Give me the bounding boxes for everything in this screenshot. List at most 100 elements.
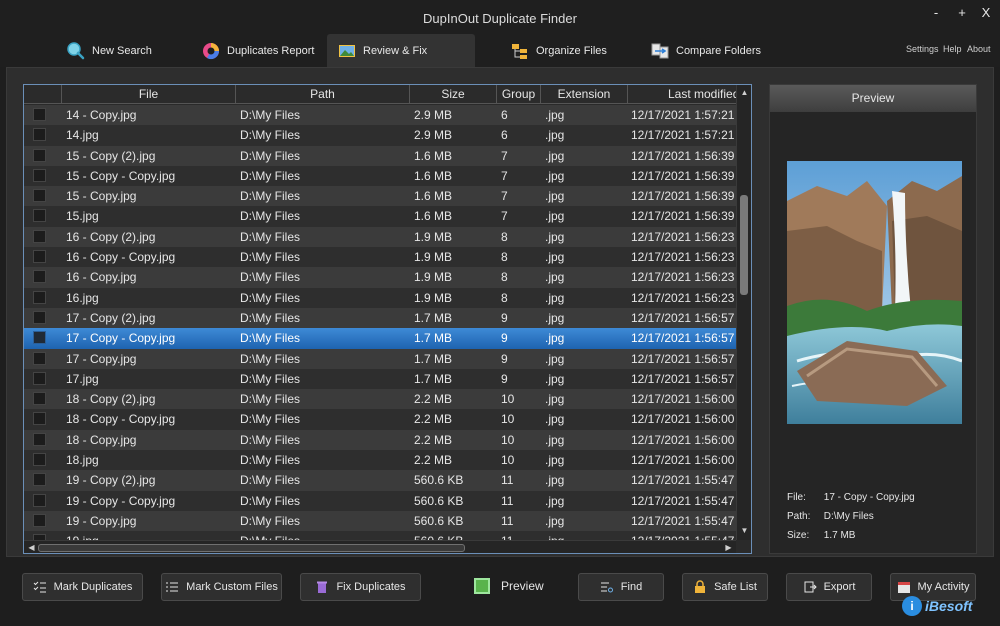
table-row[interactable]: 14 - Copy.jpg D:\My Files 2.9 MB 6 .jpg 12/17… bbox=[24, 105, 736, 126]
row-checkbox[interactable] bbox=[33, 168, 46, 182]
table-row[interactable]: 18 - Copy - Copy.jpg D:\My Files 2.2 MB 10.… bbox=[24, 409, 736, 430]
table-row[interactable]: 19 - Copy.jpg D:\My Files 560.6 KB 11 .jpg 12… bbox=[24, 510, 736, 532]
cell-ext: .jpg bbox=[545, 290, 565, 305]
tab-review-fix[interactable]: Review & Fix bbox=[327, 34, 475, 67]
preview-panel: Preview File: 17 - Copy - Copy.jpg Path:… bbox=[769, 84, 977, 554]
row-checkbox[interactable] bbox=[33, 453, 46, 467]
row-checkbox[interactable] bbox=[33, 209, 46, 223]
table-row[interactable]: 19 - Copy - Copy.jpg D:\My Files 560.6 KB 1… bbox=[24, 490, 736, 511]
tab-duplicates-report[interactable]: Duplicates Report bbox=[191, 34, 324, 67]
row-checkbox[interactable] bbox=[33, 331, 46, 345]
tab-new-search[interactable]: New Search bbox=[56, 34, 162, 67]
table-row[interactable]: 18 - Copy.jpg D:\My Files 2.2 MB 10 .jpg 12/1… bbox=[24, 429, 736, 451]
header-file[interactable]: File bbox=[61, 85, 235, 104]
table-row[interactable]: 18.jpg D:\My Files 2.2 MB 10 .jpg 12/17/2021 … bbox=[24, 450, 736, 471]
find-button[interactable]: Find bbox=[578, 573, 664, 601]
folder-tree-icon bbox=[510, 41, 530, 61]
cell-file: 15.jpg bbox=[66, 209, 99, 224]
table-row[interactable]: 19 - Copy (2).jpg D:\My Files 560.6 KB 11 .j… bbox=[24, 470, 736, 491]
cell-group: 7 bbox=[501, 168, 508, 183]
table-row[interactable]: 16 - Copy (2).jpg D:\My Files 1.9 MB 8 .jpg 1… bbox=[24, 226, 736, 248]
table-row[interactable]: 17 - Copy (2).jpg D:\My Files 1.7 MB 9 .jpg 1… bbox=[24, 307, 736, 329]
table-row[interactable]: 17.jpg D:\My Files 1.7 MB 9 .jpg 12/17/2021 1… bbox=[24, 368, 736, 390]
row-checkbox[interactable] bbox=[33, 351, 46, 365]
minimize-button[interactable]: - bbox=[925, 4, 947, 22]
cell-ext: .jpg bbox=[545, 513, 565, 528]
settings-link[interactable]: Settings bbox=[906, 44, 939, 54]
scroll-left-icon[interactable]: ◀ bbox=[24, 543, 39, 552]
row-checkbox[interactable] bbox=[33, 148, 46, 162]
cell-file: 17 - Copy - Copy.jpg bbox=[66, 331, 176, 346]
row-checkbox[interactable] bbox=[33, 513, 46, 527]
trash-icon bbox=[315, 580, 329, 594]
preview-file-value: 17 - Copy - Copy.jpg bbox=[823, 492, 915, 503]
cell-path: D:\My Files bbox=[240, 412, 300, 427]
row-checkbox[interactable] bbox=[33, 290, 46, 304]
vertical-scroll-thumb[interactable] bbox=[740, 195, 748, 295]
cell-group: 11 bbox=[501, 493, 514, 508]
table-row[interactable]: 17 - Copy.jpg D:\My Files 1.7 MB 9 .jpg 12/17… bbox=[24, 348, 736, 369]
row-checkbox[interactable] bbox=[33, 189, 46, 203]
table-row[interactable]: 15 - Copy - Copy.jpg D:\My Files 1.6 MB 7 .j… bbox=[24, 165, 736, 187]
mark-custom-files-button[interactable]: Mark Custom Files bbox=[161, 573, 282, 601]
scroll-down-icon[interactable]: ▼ bbox=[737, 526, 751, 535]
maximize-button[interactable]: + bbox=[951, 4, 973, 22]
vertical-scrollbar[interactable]: ▲ ▼ bbox=[736, 85, 751, 540]
row-checkbox[interactable] bbox=[33, 128, 46, 142]
help-link[interactable]: Help bbox=[943, 44, 962, 54]
preview-toggle[interactable]: Preview bbox=[474, 578, 544, 594]
scroll-right-icon[interactable]: ▶ bbox=[721, 543, 736, 552]
safe-list-button[interactable]: Safe List bbox=[682, 573, 768, 601]
scroll-up-icon[interactable]: ▲ bbox=[737, 88, 751, 97]
table-row[interactable]: 15.jpg D:\My Files 1.6 MB 7 .jpg 12/17/2021 1… bbox=[24, 206, 736, 227]
fix-duplicates-button[interactable]: Fix Duplicates bbox=[300, 573, 421, 601]
close-button[interactable]: X bbox=[975, 4, 997, 22]
horizontal-scroll-thumb[interactable] bbox=[38, 544, 465, 552]
cell-size: 1.9 MB bbox=[414, 229, 453, 244]
cell-size: 1.9 MB bbox=[414, 270, 453, 285]
cell-size: 560.6 KB bbox=[414, 473, 464, 488]
cell-size: 1.9 MB bbox=[414, 290, 453, 305]
row-checkbox[interactable] bbox=[33, 108, 46, 121]
header-path[interactable]: Path bbox=[235, 85, 409, 104]
row-checkbox[interactable] bbox=[33, 310, 46, 324]
table-row[interactable]: 18 - Copy (2).jpg D:\My Files 2.2 MB 10 .jpg… bbox=[24, 389, 736, 410]
file-grid[interactable]: File Path Size Group Extension Last modi… bbox=[23, 84, 752, 554]
mark-duplicates-button[interactable]: Mark Duplicates bbox=[22, 573, 143, 601]
cell-group: 8 bbox=[501, 270, 508, 285]
cell-modified: 12/17/2021 1:56:39 bbox=[631, 189, 735, 204]
header-group[interactable]: Group bbox=[496, 85, 540, 104]
row-checkbox[interactable] bbox=[33, 250, 46, 264]
horizontal-scrollbar[interactable]: ◀ ▶ bbox=[24, 540, 736, 553]
table-row[interactable]: 16 - Copy - Copy.jpg D:\My Files 1.9 MB 8 .j… bbox=[24, 247, 736, 268]
cell-file: 16 - Copy (2).jpg bbox=[66, 229, 156, 244]
table-row[interactable]: 14.jpg D:\My Files 2.9 MB 6 .jpg 12/17/2021 1… bbox=[24, 125, 736, 146]
row-checkbox[interactable] bbox=[33, 229, 46, 243]
header-size[interactable]: Size bbox=[409, 85, 496, 104]
export-button[interactable]: Export bbox=[786, 573, 872, 601]
table-row[interactable]: 16 - Copy.jpg D:\My Files 1.9 MB 8 .jpg 12/17… bbox=[24, 267, 736, 288]
row-checkbox[interactable] bbox=[33, 371, 46, 385]
table-row[interactable]: 17 - Copy - Copy.jpg D:\My Files 1.7 MB 9 .j… bbox=[24, 328, 736, 349]
table-row[interactable]: 16.jpg D:\My Files 1.9 MB 8 .jpg 12/17/2021 1… bbox=[24, 287, 736, 308]
cell-group: 8 bbox=[501, 250, 508, 265]
row-checkbox[interactable] bbox=[33, 493, 46, 507]
row-checkbox[interactable] bbox=[33, 432, 46, 446]
about-link[interactable]: About bbox=[967, 44, 991, 54]
header-extension[interactable]: Extension bbox=[540, 85, 627, 104]
cell-file: 17 - Copy.jpg bbox=[66, 351, 137, 366]
cell-ext: .jpg bbox=[545, 189, 565, 204]
cell-size: 1.6 MB bbox=[414, 168, 453, 183]
watermark-logo: i iBesoft bbox=[902, 596, 972, 616]
preview-checkbox[interactable] bbox=[474, 578, 490, 594]
preview-path-value: D:\My Files bbox=[823, 511, 874, 522]
tab-organize-files[interactable]: Organize Files bbox=[500, 34, 617, 67]
table-row[interactable]: 15 - Copy.jpg D:\My Files 1.6 MB 7 .jpg 12/17… bbox=[24, 186, 736, 207]
tab-compare-folders[interactable]: Compare Folders bbox=[640, 34, 771, 67]
row-checkbox[interactable] bbox=[33, 392, 46, 406]
row-checkbox[interactable] bbox=[33, 412, 46, 426]
row-checkbox[interactable] bbox=[33, 473, 46, 487]
table-row[interactable]: 15 - Copy (2).jpg D:\My Files 1.6 MB 7 .jpg 1… bbox=[24, 145, 736, 166]
header-last-modified[interactable]: Last modified bbox=[627, 85, 736, 104]
row-checkbox[interactable] bbox=[33, 270, 46, 284]
